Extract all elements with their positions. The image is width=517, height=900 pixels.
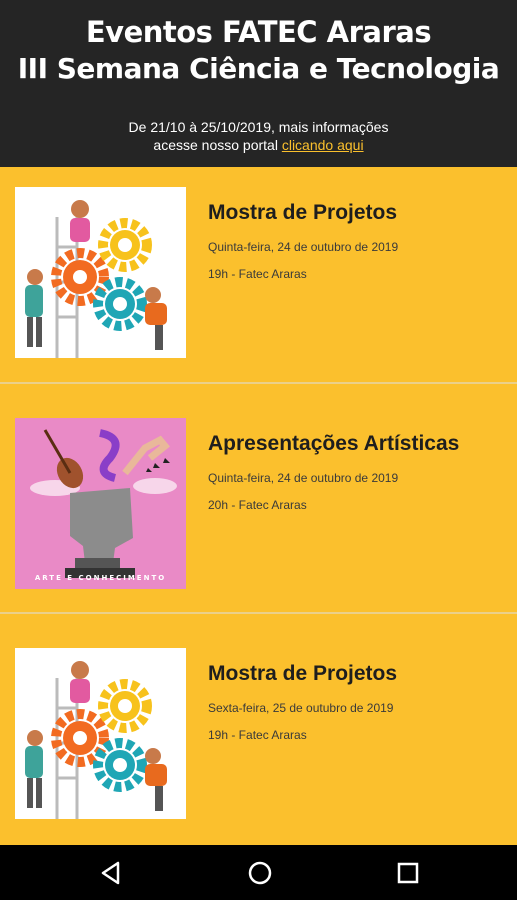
event-card[interactable]: Mostra de Projetos Sexta-feira, 25 de ou… <box>0 614 517 843</box>
event-date: Quinta-feira, 24 de outubro de 2019 <box>208 471 399 485</box>
event-title: Mostra de Projetos <box>208 662 398 685</box>
info-line-2: acesse nosso portal <box>153 137 282 153</box>
event-image-gears <box>15 187 186 358</box>
event-card[interactable]: ARTE E CONHECIMENTO Apresentações Artíst… <box>0 384 517 613</box>
page-title: Eventos FATEC Araras <box>85 15 432 49</box>
portal-link[interactable]: clicando aqui <box>282 137 364 153</box>
image-caption: ARTE E CONHECIMENTO <box>34 574 167 582</box>
event-title: Apresentações Artísticas <box>208 432 460 455</box>
info-text: De 21/10 à 25/10/2019, mais informações … <box>0 118 517 154</box>
event-image-gears <box>15 648 186 819</box>
event-image-art: ARTE E CONHECIMENTO <box>15 418 186 589</box>
event-title: Mostra de Projetos <box>208 201 398 224</box>
event-place: 19h - Fatec Araras <box>208 267 307 281</box>
recents-icon[interactable] <box>394 859 422 887</box>
android-navbar <box>0 845 517 900</box>
event-date: Quinta-feira, 24 de outubro de 2019 <box>208 240 399 254</box>
app-header: Eventos FATEC Araras III Semana Ciência … <box>0 0 517 167</box>
event-date: Sexta-feira, 25 de outubro de 2019 <box>208 701 394 715</box>
event-place: 19h - Fatec Araras <box>208 728 307 742</box>
info-line-1: De 21/10 à 25/10/2019, mais informações <box>128 119 389 135</box>
page-subtitle: III Semana Ciência e Tecnologia <box>17 52 500 85</box>
event-place: 20h - Fatec Araras <box>208 498 307 512</box>
back-icon[interactable] <box>98 859 126 887</box>
event-card[interactable]: Mostra de Projetos Quinta-feira, 24 de o… <box>0 167 517 396</box>
home-icon[interactable] <box>246 859 274 887</box>
